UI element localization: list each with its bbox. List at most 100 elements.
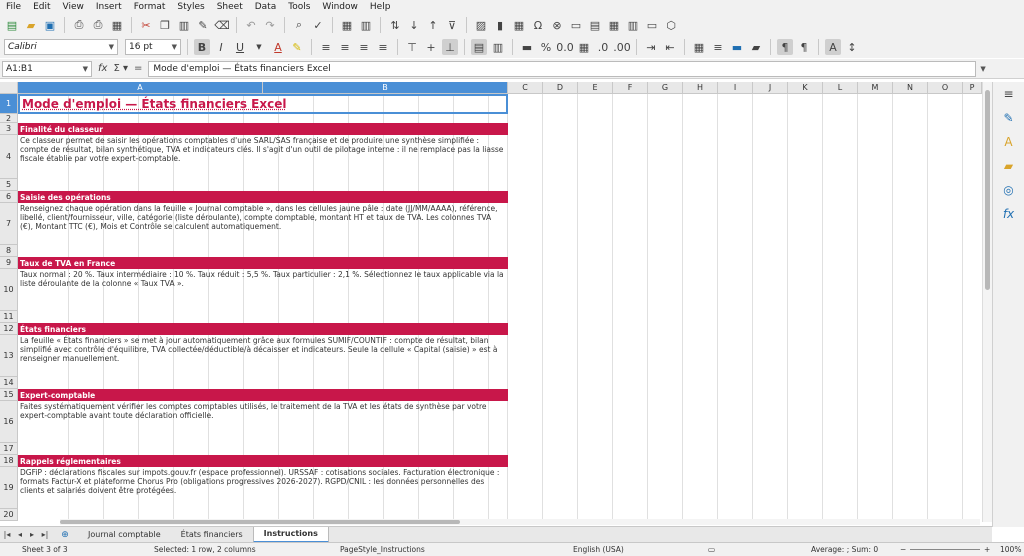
zoom-out-icon[interactable]: − [900,545,906,554]
redo-icon[interactable]: ↷ [262,17,278,33]
increase-indent-icon[interactable]: ⇥ [643,39,659,55]
section-heading[interactable]: Rappels réglementaires [18,455,508,467]
headers-footers-icon[interactable]: ▤ [587,17,603,33]
status-sum[interactable]: Average: ; Sum: 0 [811,545,878,554]
paragraph-ltr-icon[interactable]: ¶ [796,39,812,55]
show-draw-functions-icon[interactable]: ⬡ [663,17,679,33]
clear-formatting-icon[interactable]: ⌫ [214,17,230,33]
currency-format-icon[interactable]: ▬ [519,39,535,55]
sort-descending-icon[interactable]: ↑ [425,17,441,33]
horizontal-scroll-thumb[interactable] [60,520,460,524]
border-style-icon[interactable]: ≡ [710,39,726,55]
wrap-text-icon[interactable]: ▤ [471,39,487,55]
row-header-20[interactable]: 20 [0,509,18,521]
row-header-14[interactable]: 14 [0,377,18,389]
column-header-c[interactable]: C [508,82,543,94]
menu-sheet[interactable]: Sheet [211,2,249,12]
center-vertically-icon[interactable]: + [423,39,439,55]
zoom-level[interactable]: 100% [1000,545,1021,554]
new-document-icon[interactable]: ▤ [4,17,20,33]
menu-tools[interactable]: Tools [282,2,316,12]
column-header-b[interactable]: B [263,82,508,94]
row-header-10[interactable]: 10 [0,269,18,311]
column-header-i[interactable]: I [718,82,753,94]
section-text[interactable]: La feuille « États financiers » se met à… [18,335,508,377]
underline-dropdown-icon[interactable]: ▼ [251,39,267,55]
styles-icon[interactable]: A [1001,134,1017,150]
zoom-in-icon[interactable]: + [984,545,990,554]
row-header-8[interactable]: 8 [0,245,18,257]
sort-icon[interactable]: ⇅ [387,17,403,33]
clone-formatting-icon[interactable]: ✎ [195,17,211,33]
column-header-p[interactable]: P [963,82,982,94]
status-page-style[interactable]: PageStyle_Instructions [340,545,425,554]
undo-icon[interactable]: ↶ [243,17,259,33]
column-header-f[interactable]: F [613,82,648,94]
next-sheet-icon[interactable]: ▸ [26,527,38,543]
row-header-9[interactable]: 9 [0,257,18,269]
comment-icon[interactable]: ▭ [568,17,584,33]
row-header-13[interactable]: 13 [0,335,18,377]
select-all-corner[interactable] [0,82,18,94]
menu-help[interactable]: Help [364,2,397,12]
sheet-title-cell[interactable]: Mode d'emploi — États financiers Excel [18,94,508,114]
tab-journal-comptable[interactable]: Journal comptable [78,528,171,542]
row-header-6[interactable]: 6 [0,191,18,203]
row-header-5[interactable]: 5 [0,179,18,191]
define-print-area-icon[interactable]: ▦ [606,17,622,33]
formula-input[interactable]: Mode d'emploi — États financiers Excel [148,60,977,77]
save-icon[interactable]: ▣ [42,17,58,33]
section-text[interactable]: Taux normal : 20 %. Taux intermédiaire :… [18,269,508,311]
row-header-16[interactable]: 16 [0,401,18,443]
menu-window[interactable]: Window [316,2,364,12]
font-color-icon[interactable]: A [270,39,286,55]
copy-icon[interactable]: ❐ [157,17,173,33]
column-header-n[interactable]: N [893,82,928,94]
menu-format[interactable]: Format [128,2,172,12]
expand-formula-bar-icon[interactable]: ▼ [980,65,985,73]
borders-icon[interactable]: ▦ [691,39,707,55]
split-window-icon[interactable]: ▭ [644,17,660,33]
justify-icon[interactable]: ≡ [375,39,391,55]
row-header-11[interactable]: 11 [0,311,18,323]
print-icon[interactable]: ⎙ [90,17,106,33]
row-header-4[interactable]: 4 [0,135,18,179]
open-folder-icon[interactable]: ▰ [23,17,39,33]
last-sheet-icon[interactable]: ▸| [38,527,52,543]
merge-center-icon[interactable]: ▥ [490,39,506,55]
insert-image-icon[interactable]: ▨ [473,17,489,33]
zoom-slider[interactable] [910,549,980,550]
menu-insert[interactable]: Insert [90,2,128,12]
menu-view[interactable]: View [57,2,90,12]
background-color-icon[interactable]: ▰ [748,39,764,55]
gallery-icon[interactable]: ▰ [1001,158,1017,174]
sum-icon[interactable]: Σ ▾ [113,63,128,74]
bold-icon[interactable]: B [194,39,210,55]
status-language[interactable]: English (USA) [573,545,624,554]
column-header-m[interactable]: M [858,82,893,94]
prev-sheet-icon[interactable]: ◂ [14,527,26,543]
name-box[interactable]: A1:B1 ▼ [2,60,92,77]
first-sheet-icon[interactable]: |◂ [0,527,14,543]
row-header-2[interactable]: 2 [0,114,18,123]
autofilter-icon[interactable]: ⊽ [444,17,460,33]
special-character-icon[interactable]: Ω [530,17,546,33]
horizontal-scrollbar[interactable] [60,519,980,525]
hyperlink-icon[interactable]: ⊗ [549,17,565,33]
column-header-l[interactable]: L [823,82,858,94]
align-left-icon[interactable]: ≡ [318,39,334,55]
sidebar-menu-icon[interactable]: ≡ [1001,86,1017,102]
section-text[interactable]: Renseignez chaque opération dans la feui… [18,203,508,245]
column-header-k[interactable]: K [788,82,823,94]
find-replace-icon[interactable]: ⌕ [291,17,307,33]
row-icon[interactable]: ▦ [339,17,355,33]
selection-mode-icon[interactable]: ▭ [708,545,715,554]
sort-ascending-icon[interactable]: ↓ [406,17,422,33]
spreadsheet-grid[interactable]: A B C D E F G H I J K L M N O P 1 2 3 4 … [0,82,982,522]
section-text[interactable]: DGFiP : déclarations fiscales sur impots… [18,467,508,509]
section-heading[interactable]: Saisie des opérations [18,191,508,203]
row-header-1[interactable]: 1 [0,94,18,114]
cut-icon[interactable]: ✂ [138,17,154,33]
column-header-d[interactable]: D [543,82,578,94]
column-header-e[interactable]: E [578,82,613,94]
